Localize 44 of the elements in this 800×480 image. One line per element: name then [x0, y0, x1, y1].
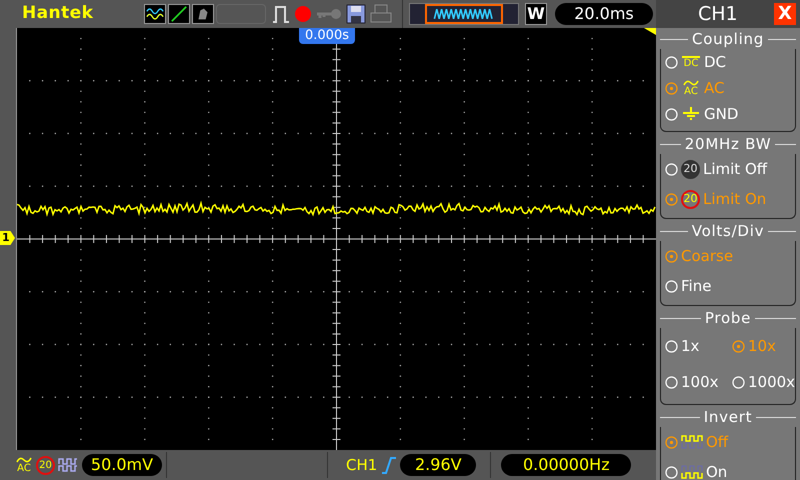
- section-title: Coupling: [692, 29, 764, 49]
- option-label[interactable]: 100x: [681, 370, 719, 394]
- save-icon[interactable]: [346, 4, 366, 24]
- persistence-icon[interactable]: [192, 4, 214, 24]
- waveform-overview[interactable]: [409, 3, 519, 25]
- section-title: Probe: [704, 308, 752, 328]
- brand-logo: Hantek: [22, 2, 94, 26]
- volts-per-div-readout: 50.0mV: [82, 454, 162, 476]
- option-label[interactable]: GND: [704, 102, 738, 126]
- pulse-wave-icon: [681, 434, 703, 450]
- ground-icon: [681, 106, 701, 122]
- section-title: 20MHz BW: [684, 134, 772, 154]
- bandwidth-limit-badge: 20: [36, 456, 55, 474]
- trigger-level-readout: 2.96V: [400, 454, 476, 476]
- option-label[interactable]: Limit Off: [703, 158, 768, 180]
- radio-button[interactable]: [665, 436, 678, 448]
- xy-mode-icon[interactable]: [168, 4, 190, 24]
- frequency-readout: 0.00000Hz: [501, 454, 632, 476]
- channel-marker: 1: [0, 231, 15, 245]
- radio-button[interactable]: [665, 82, 678, 94]
- zoom-mode-label[interactable]: W: [525, 3, 547, 25]
- bandwidth-limit-icon: 20: [681, 190, 700, 208]
- dual-wave-icon[interactable]: [144, 4, 166, 24]
- timebase-readout: 20.0ms: [555, 3, 653, 25]
- radio-button[interactable]: [665, 192, 678, 206]
- rising-edge-icon: [381, 456, 398, 474]
- radio-button[interactable]: [665, 250, 678, 262]
- trigger-position-readout: 0.000s: [299, 28, 355, 44]
- close-button[interactable]: X: [774, 3, 796, 25]
- option-label[interactable]: Fine: [681, 274, 712, 298]
- option-label[interactable]: On: [706, 460, 728, 480]
- option-label[interactable]: 1x: [681, 334, 700, 358]
- section-title: Volts/Div: [692, 221, 764, 241]
- bandwidth-limit-icon: 20: [681, 160, 700, 178]
- pulse-trigger-icon[interactable]: [272, 4, 290, 24]
- pulse-wave-icon: [681, 464, 703, 480]
- pulse-wave-icon: [58, 457, 78, 473]
- section-title: Invert: [704, 407, 752, 427]
- trigger-source-label: CH1: [346, 454, 378, 476]
- panel-title: CH1: [698, 2, 738, 27]
- option-label[interactable]: 1000x: [748, 370, 796, 394]
- option-label[interactable]: DC: [704, 50, 726, 74]
- radio-button[interactable]: [732, 340, 745, 352]
- ac-coupling-indicator: AC: [16, 456, 32, 474]
